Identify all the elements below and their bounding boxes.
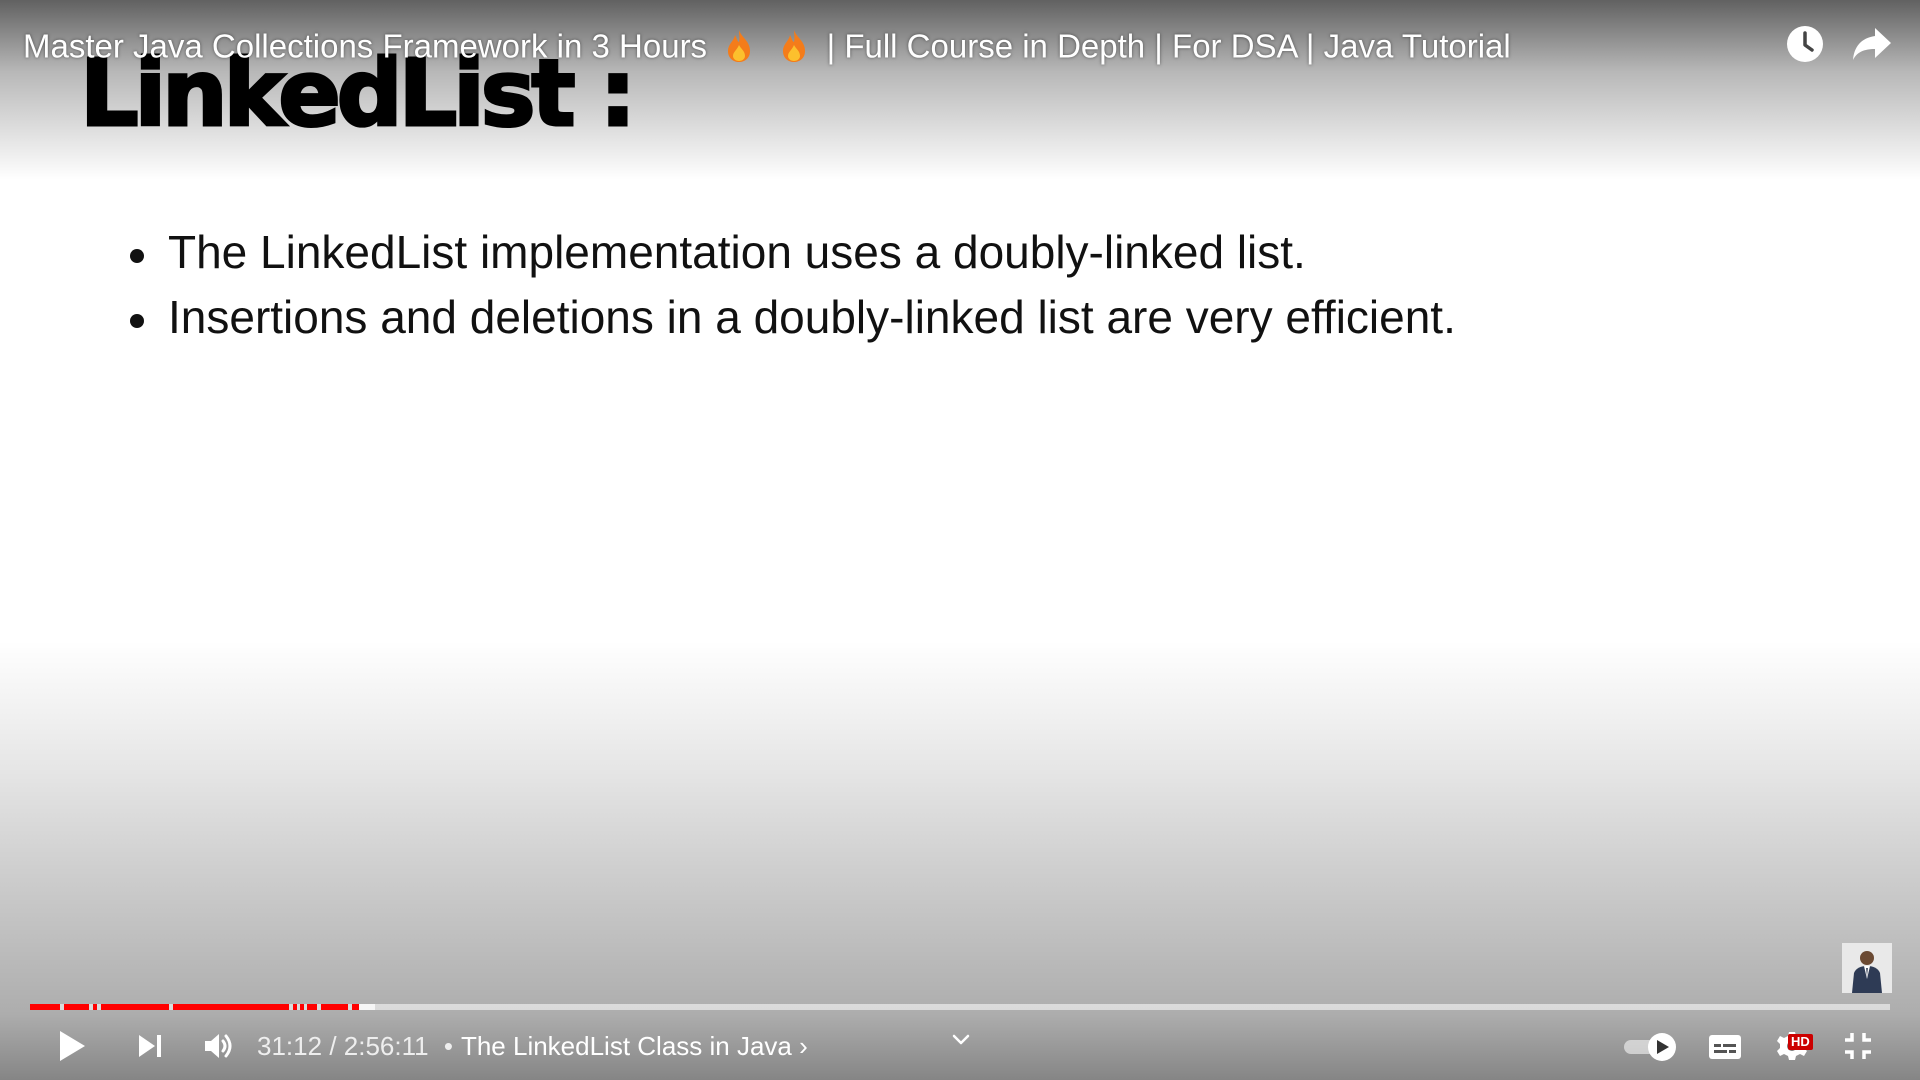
- progress-played-segment: [352, 1004, 359, 1010]
- current-time: 31:12: [257, 1031, 323, 1061]
- next-icon: [139, 1035, 161, 1057]
- progress-played-segment: [173, 1004, 289, 1010]
- next-button[interactable]: [128, 1026, 172, 1066]
- autoplay-toggle[interactable]: [1622, 1030, 1678, 1064]
- progress-played-segment: [300, 1004, 304, 1010]
- watch-later-button[interactable]: [1783, 22, 1827, 66]
- chevron-down-icon: [952, 1034, 970, 1045]
- video-player[interactable]: LinkedList : The LinkedList implementati…: [0, 0, 1920, 1080]
- slide-bullet-text: Insertions and deletions in a doubly-lin…: [168, 291, 1456, 343]
- volume-icon: [205, 1034, 232, 1058]
- progress-played-segment: [321, 1004, 348, 1010]
- progress-played-segment: [101, 1004, 169, 1010]
- subtitles-button[interactable]: [1703, 1030, 1747, 1064]
- volume-button[interactable]: [197, 1026, 241, 1066]
- video-title-text: Master Java Collections Framework in 3 H…: [23, 27, 708, 65]
- slide-bullet-text: The LinkedList implementation uses a dou…: [168, 226, 1306, 278]
- video-title[interactable]: Master Java Collections Framework in 3 H…: [23, 22, 1511, 68]
- progress-loaded-segment: [359, 1004, 375, 1010]
- time-display: 31:12 / 2:56:11 • The LinkedList Class in…: [257, 1028, 808, 1064]
- chapter-title: The LinkedList Class in Java: [460, 1031, 792, 1061]
- share-arrow-icon: [1853, 28, 1891, 60]
- progress-played-segment: [93, 1004, 97, 1010]
- time-separator: /: [329, 1031, 337, 1061]
- progress-bar[interactable]: [30, 1004, 1890, 1010]
- bottom-gradient-overlay: [0, 640, 1920, 1080]
- autoplay-toggle-icon: [1624, 1033, 1676, 1061]
- exit-fullscreen-icon: [1845, 1033, 1871, 1059]
- bullet-dot: [130, 249, 144, 263]
- clock-icon: [1787, 26, 1823, 62]
- play-button[interactable]: [50, 1026, 94, 1066]
- slide-bullet: Insertions and deletions in a doubly-lin…: [130, 285, 1456, 350]
- share-button[interactable]: [1850, 22, 1894, 66]
- fire-icon: [728, 30, 751, 63]
- fire-icon: [783, 30, 806, 63]
- progress-played-segment: [64, 1004, 89, 1010]
- chapters-expand-button[interactable]: [946, 1028, 976, 1052]
- chapter-chevron-icon: ›: [799, 1031, 808, 1061]
- exit-fullscreen-button[interactable]: [1836, 1026, 1880, 1066]
- channel-watermark[interactable]: [1842, 943, 1892, 993]
- slide-bullet: The LinkedList implementation uses a dou…: [130, 220, 1456, 285]
- hd-badge: HD: [1788, 1034, 1813, 1050]
- progress-played-segment: [293, 1004, 297, 1010]
- presenter-thumbnail: [1842, 943, 1892, 993]
- play-icon: [60, 1031, 85, 1061]
- subtitles-icon: [1709, 1035, 1741, 1059]
- video-title-text: | Full Course in Depth | For DSA | Java …: [826, 27, 1511, 65]
- progress-played-segment: [30, 1004, 60, 1010]
- chapter-title-button[interactable]: The LinkedList Class in Java ›: [461, 1031, 808, 1061]
- bullet-dot: [130, 314, 144, 328]
- progress-played-segment: [307, 1004, 317, 1010]
- slide-bullet-list: The LinkedList implementation uses a dou…: [130, 220, 1456, 350]
- duration: 2:56:11: [343, 1031, 429, 1061]
- chapter-dot: •: [443, 1031, 453, 1061]
